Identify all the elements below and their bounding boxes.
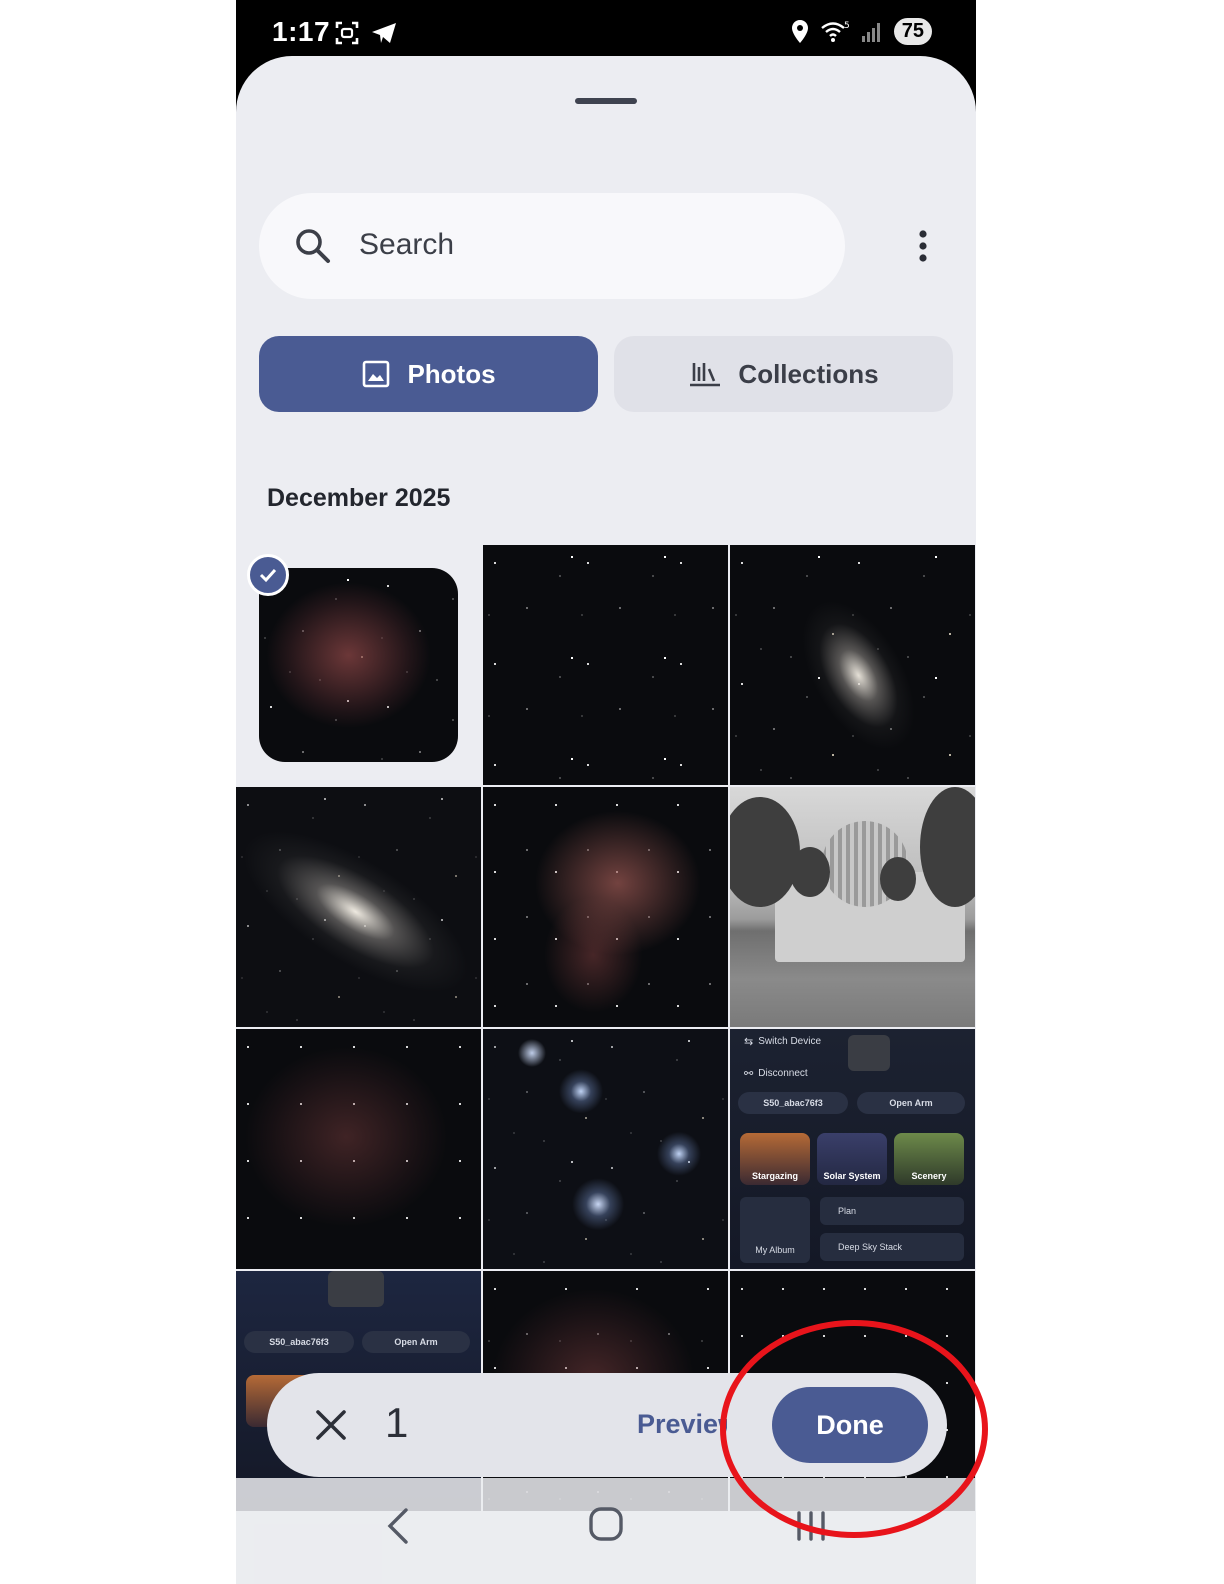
- tab-collections-label: Collections: [738, 358, 879, 389]
- collections-icon: [690, 363, 721, 387]
- back-icon[interactable]: [386, 1506, 410, 1546]
- screenshot-icon: [335, 21, 359, 45]
- photo-thumbnail[interactable]: [236, 1029, 481, 1269]
- photo-picker-sheet: Search Photos Collections December 2025: [236, 56, 976, 1584]
- search-icon: [296, 229, 330, 263]
- search-input[interactable]: Search: [359, 228, 454, 262]
- my-album-label: My Album: [740, 1197, 810, 1263]
- nebula-image: [259, 568, 458, 762]
- photo-thumbnail[interactable]: [236, 787, 481, 1027]
- tab-collections[interactable]: Collections: [614, 336, 953, 412]
- close-icon[interactable]: [313, 1407, 349, 1443]
- check-icon[interactable]: [247, 554, 289, 596]
- navigation-bar: [236, 1478, 976, 1584]
- photo-thumbnail[interactable]: [483, 787, 728, 1027]
- photo-thumbnail[interactable]: [730, 545, 975, 785]
- done-button[interactable]: Done: [772, 1387, 928, 1463]
- preview-button[interactable]: Preview: [637, 1409, 727, 1440]
- scenery-label: Scenery: [894, 1133, 964, 1185]
- wifi-icon: 5: [820, 21, 850, 42]
- app-screenshot-thumbnail[interactable]: ⇆ Switch Device ⚯ Disconnect S50_abac76f…: [730, 1029, 975, 1269]
- section-title: December 2025: [267, 484, 451, 512]
- disconnect-label: Disconnect: [758, 1068, 808, 1079]
- device-name-label-2: S50_abac76f3: [244, 1331, 354, 1353]
- deep-sky-stack-label: Deep Sky Stack: [820, 1233, 964, 1261]
- more-options-icon[interactable]: [904, 228, 942, 268]
- drag-handle[interactable]: [575, 98, 637, 104]
- status-left-icons: [334, 20, 398, 46]
- device-name-label: S50_abac76f3: [738, 1092, 848, 1114]
- status-time: 1:17: [272, 16, 331, 47]
- solar-system-label: Solar System: [817, 1133, 887, 1185]
- search-bar[interactable]: Search: [259, 193, 845, 299]
- photo-thumbnail[interactable]: [483, 1029, 728, 1269]
- open-arm-label: Open Arm: [857, 1092, 965, 1114]
- location-icon: [791, 19, 808, 43]
- tab-photos[interactable]: Photos: [259, 336, 598, 412]
- plan-label: Plan: [820, 1197, 964, 1225]
- home-icon[interactable]: [588, 1506, 624, 1542]
- open-arm-label-2: Open Arm: [362, 1331, 470, 1353]
- svg-text:5: 5: [844, 21, 850, 31]
- photo-thumbnail[interactable]: [730, 787, 975, 1027]
- phone-screen: 1:17 5 75 Search Photos Collections Dece…: [236, 0, 976, 1584]
- recents-icon[interactable]: [794, 1510, 828, 1542]
- status-right-icons: 5 75: [790, 18, 932, 45]
- battery-icon: 75: [893, 18, 932, 45]
- photo-thumbnail[interactable]: [483, 545, 728, 785]
- switch-device-label: Switch Device: [758, 1036, 822, 1047]
- stargazing-label: Stargazing: [740, 1133, 810, 1185]
- selection-bar: 1 Preview Done: [267, 1373, 947, 1477]
- signal-icon: [861, 22, 880, 42]
- tab-photos-label: Photos: [407, 358, 496, 389]
- selection-count: 1: [385, 1399, 409, 1446]
- image-icon: [363, 360, 390, 388]
- photo-thumbnail-selected[interactable]: [236, 545, 481, 785]
- telegram-icon: [372, 23, 396, 43]
